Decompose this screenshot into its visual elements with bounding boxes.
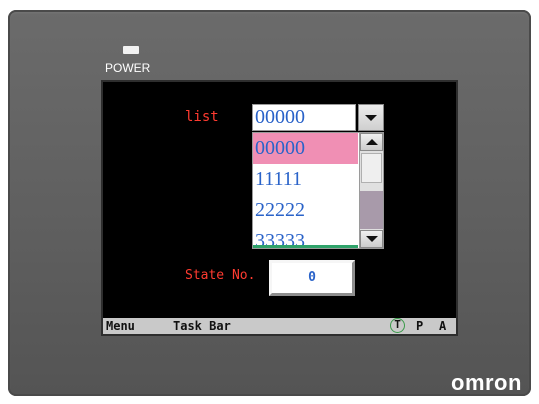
list-dropdown: 00000 11111 22222 33333 [252,132,384,249]
list-dropdown-divider [253,245,358,248]
list-label: list [185,109,219,125]
power-label: POWER [105,61,151,75]
state-no-display[interactable]: 0 [269,260,355,296]
scroll-up-icon [365,139,378,145]
list-option-2[interactable]: 22222 [253,195,358,226]
list-combo-field[interactable]: 00000 [252,104,356,131]
scroll-down-icon [365,236,378,242]
task-bar: Menu Task Bar T P A [103,318,456,334]
task-bar-p-indicator[interactable]: P [416,318,423,334]
task-bar-label: Task Bar [173,319,231,333]
state-no-label: State No. [185,268,256,283]
list-scrollbar[interactable] [359,133,383,248]
task-bar-a-indicator[interactable]: A [439,318,446,334]
list-option-0[interactable]: 00000 [253,133,358,164]
brand-logo: omron [451,370,522,395]
list-dropdown-items: 00000 11111 22222 33333 [253,133,358,248]
task-bar-t-indicator[interactable]: T [390,318,405,333]
touch-screen: list 00000 00000 11111 22222 33333 State… [103,82,456,334]
scroll-down-button[interactable] [360,230,383,248]
menu-button[interactable]: Menu [106,318,135,334]
scrollbar-track[interactable] [360,191,383,229]
chevron-down-icon [365,114,377,121]
list-option-1[interactable]: 11111 [253,164,358,195]
scrollbar-thumb[interactable] [361,153,382,183]
scroll-up-button[interactable] [360,133,383,151]
list-combo-arrow-button[interactable] [358,104,384,131]
power-led-icon [123,46,139,54]
